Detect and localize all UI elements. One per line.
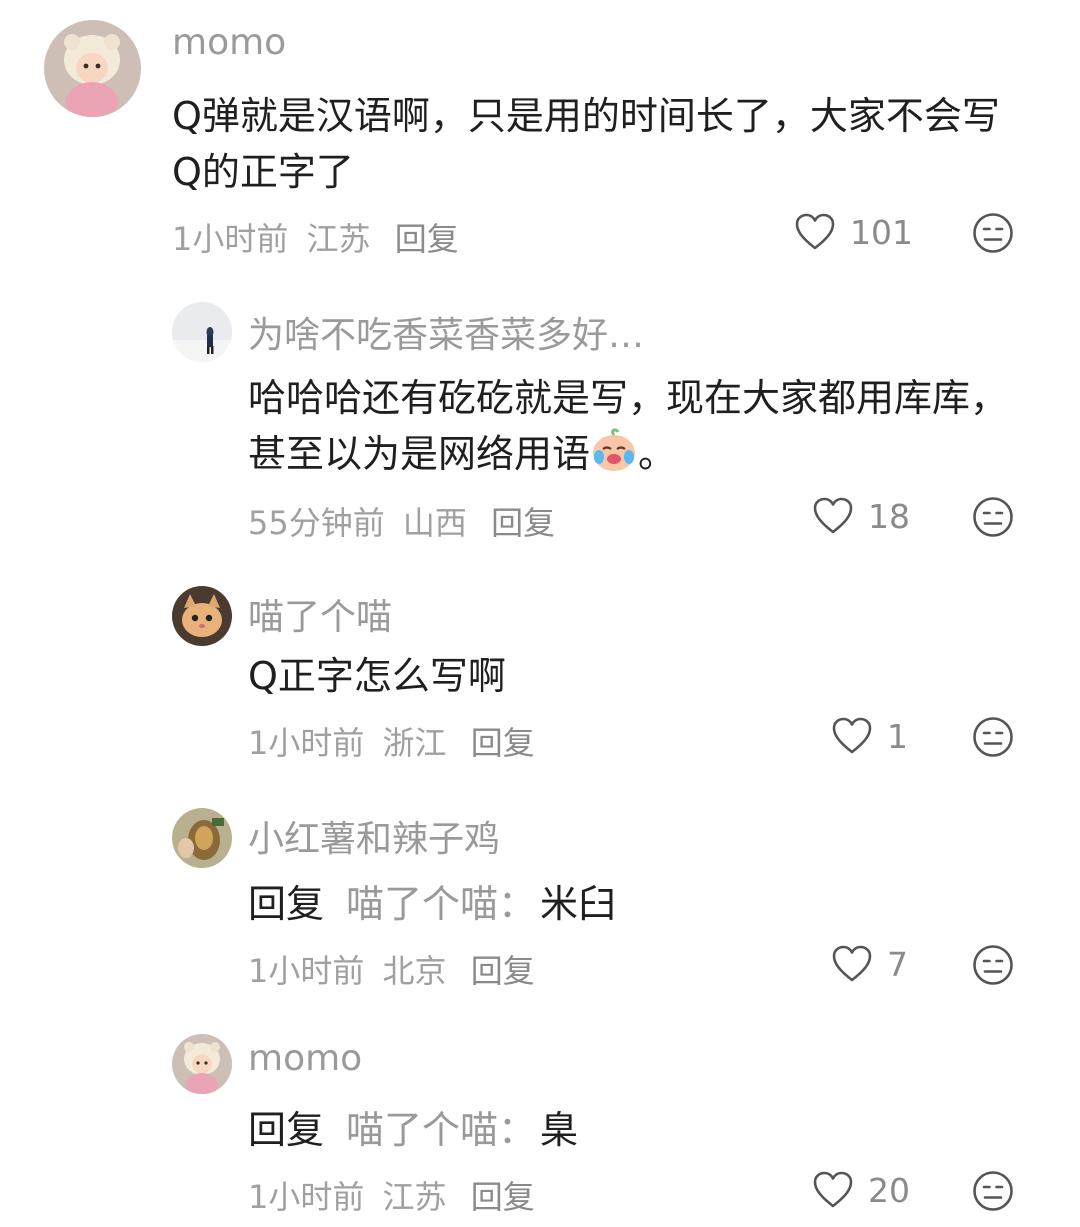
comment-time: 1小时前 bbox=[248, 724, 365, 762]
comment-text-body: 臬 bbox=[540, 1108, 579, 1152]
comment-time: 1小时前 bbox=[248, 952, 365, 990]
like-button[interactable]: 20 bbox=[812, 1170, 910, 1210]
like-button[interactable]: 1 bbox=[831, 716, 908, 756]
avatar[interactable] bbox=[172, 302, 232, 362]
avatar[interactable] bbox=[172, 1034, 232, 1094]
comment-text-body: 米臼 bbox=[540, 882, 617, 926]
reply-button[interactable]: 回复 bbox=[471, 724, 535, 762]
heart-outline-icon bbox=[832, 717, 872, 754]
reply-button[interactable]: 回复 bbox=[491, 504, 555, 542]
comment-item: momo Q弹就是汉语啊，只是用的时间长了，大家不会写Q的正字了 1小时前 江苏… bbox=[0, 0, 1080, 270]
comment-meta: 1小时前 江苏 回复 bbox=[172, 214, 459, 260]
reply-button[interactable]: 回复 bbox=[471, 1178, 535, 1216]
comment-meta: 1小时前 浙江 回复 bbox=[248, 718, 535, 764]
username[interactable]: 为啥不吃香菜香菜多好… bbox=[248, 306, 644, 358]
dislike-button[interactable] bbox=[972, 1170, 1014, 1216]
dislike-button[interactable] bbox=[972, 212, 1014, 258]
like-button[interactable]: 101 bbox=[794, 212, 913, 252]
comment-location: 北京 bbox=[382, 952, 447, 990]
comment-text: Q正字怎么写啊 bbox=[248, 654, 506, 698]
comment-time: 1小时前 bbox=[248, 1178, 365, 1216]
neutral-face-icon bbox=[973, 717, 1013, 757]
comment-text: 回复 喵了个喵：臬 bbox=[248, 1102, 1018, 1158]
dislike-button[interactable] bbox=[972, 496, 1014, 542]
reply-button[interactable]: 回复 bbox=[471, 952, 535, 990]
like-count: 1 bbox=[887, 716, 908, 756]
neutral-face-icon bbox=[973, 213, 1013, 253]
reply-target-user[interactable]: 喵了个喵： bbox=[346, 1108, 536, 1152]
like-count: 101 bbox=[850, 212, 913, 252]
comment-meta: 55分钟前 山西 回复 bbox=[248, 498, 555, 544]
neutral-face-icon bbox=[973, 1171, 1013, 1211]
neutral-face-icon bbox=[973, 945, 1013, 985]
comment-location: 浙江 bbox=[382, 724, 447, 762]
avatar[interactable] bbox=[172, 808, 232, 868]
reply-prefix: 回复 bbox=[248, 1108, 325, 1152]
username[interactable]: 喵了个喵 bbox=[248, 588, 392, 640]
reply-prefix: 回复 bbox=[248, 882, 325, 926]
comment-time: 1小时前 bbox=[172, 220, 289, 258]
like-count: 20 bbox=[868, 1170, 910, 1210]
username[interactable]: 小红薯和辣子鸡 bbox=[248, 810, 500, 862]
dislike-button[interactable] bbox=[972, 944, 1014, 990]
like-count: 18 bbox=[868, 496, 910, 536]
comment-location: 江苏 bbox=[306, 220, 371, 258]
comment-text: 哈哈哈还有矻矻就是写，现在大家都用库库，甚至以为是网络用语 。 bbox=[248, 370, 1018, 488]
comment-text: Q弹就是汉语啊，只是用的时间长了，大家不会写Q的正字了 bbox=[172, 94, 1000, 194]
heart-outline-icon bbox=[813, 497, 853, 534]
like-button[interactable]: 7 bbox=[831, 944, 908, 984]
comment-text-suffix: 。 bbox=[638, 432, 677, 476]
heart-outline-icon bbox=[832, 945, 872, 982]
avatar[interactable] bbox=[172, 586, 232, 646]
like-count: 7 bbox=[887, 944, 908, 984]
comment-meta: 1小时前 江苏 回复 bbox=[248, 1172, 535, 1218]
reply-button[interactable]: 回复 bbox=[395, 220, 459, 258]
username[interactable]: momo bbox=[172, 22, 286, 63]
comment-meta: 1小时前 北京 回复 bbox=[248, 946, 535, 992]
dislike-button[interactable] bbox=[972, 716, 1014, 762]
heart-outline-icon bbox=[813, 1171, 853, 1208]
username[interactable]: momo bbox=[248, 1038, 362, 1079]
comment-time: 55分钟前 bbox=[248, 504, 385, 542]
like-button[interactable]: 18 bbox=[812, 496, 910, 536]
avatar[interactable] bbox=[44, 20, 141, 117]
neutral-face-icon bbox=[973, 497, 1013, 537]
comment-location: 江苏 bbox=[382, 1178, 447, 1216]
reply-target-user[interactable]: 喵了个喵： bbox=[346, 882, 536, 926]
heart-outline-icon bbox=[795, 213, 835, 250]
comment-text: 回复 喵了个喵： 米臼 bbox=[248, 876, 1018, 932]
comment-location: 山西 bbox=[402, 504, 467, 542]
crying-laughing-emoji-icon bbox=[590, 427, 638, 488]
